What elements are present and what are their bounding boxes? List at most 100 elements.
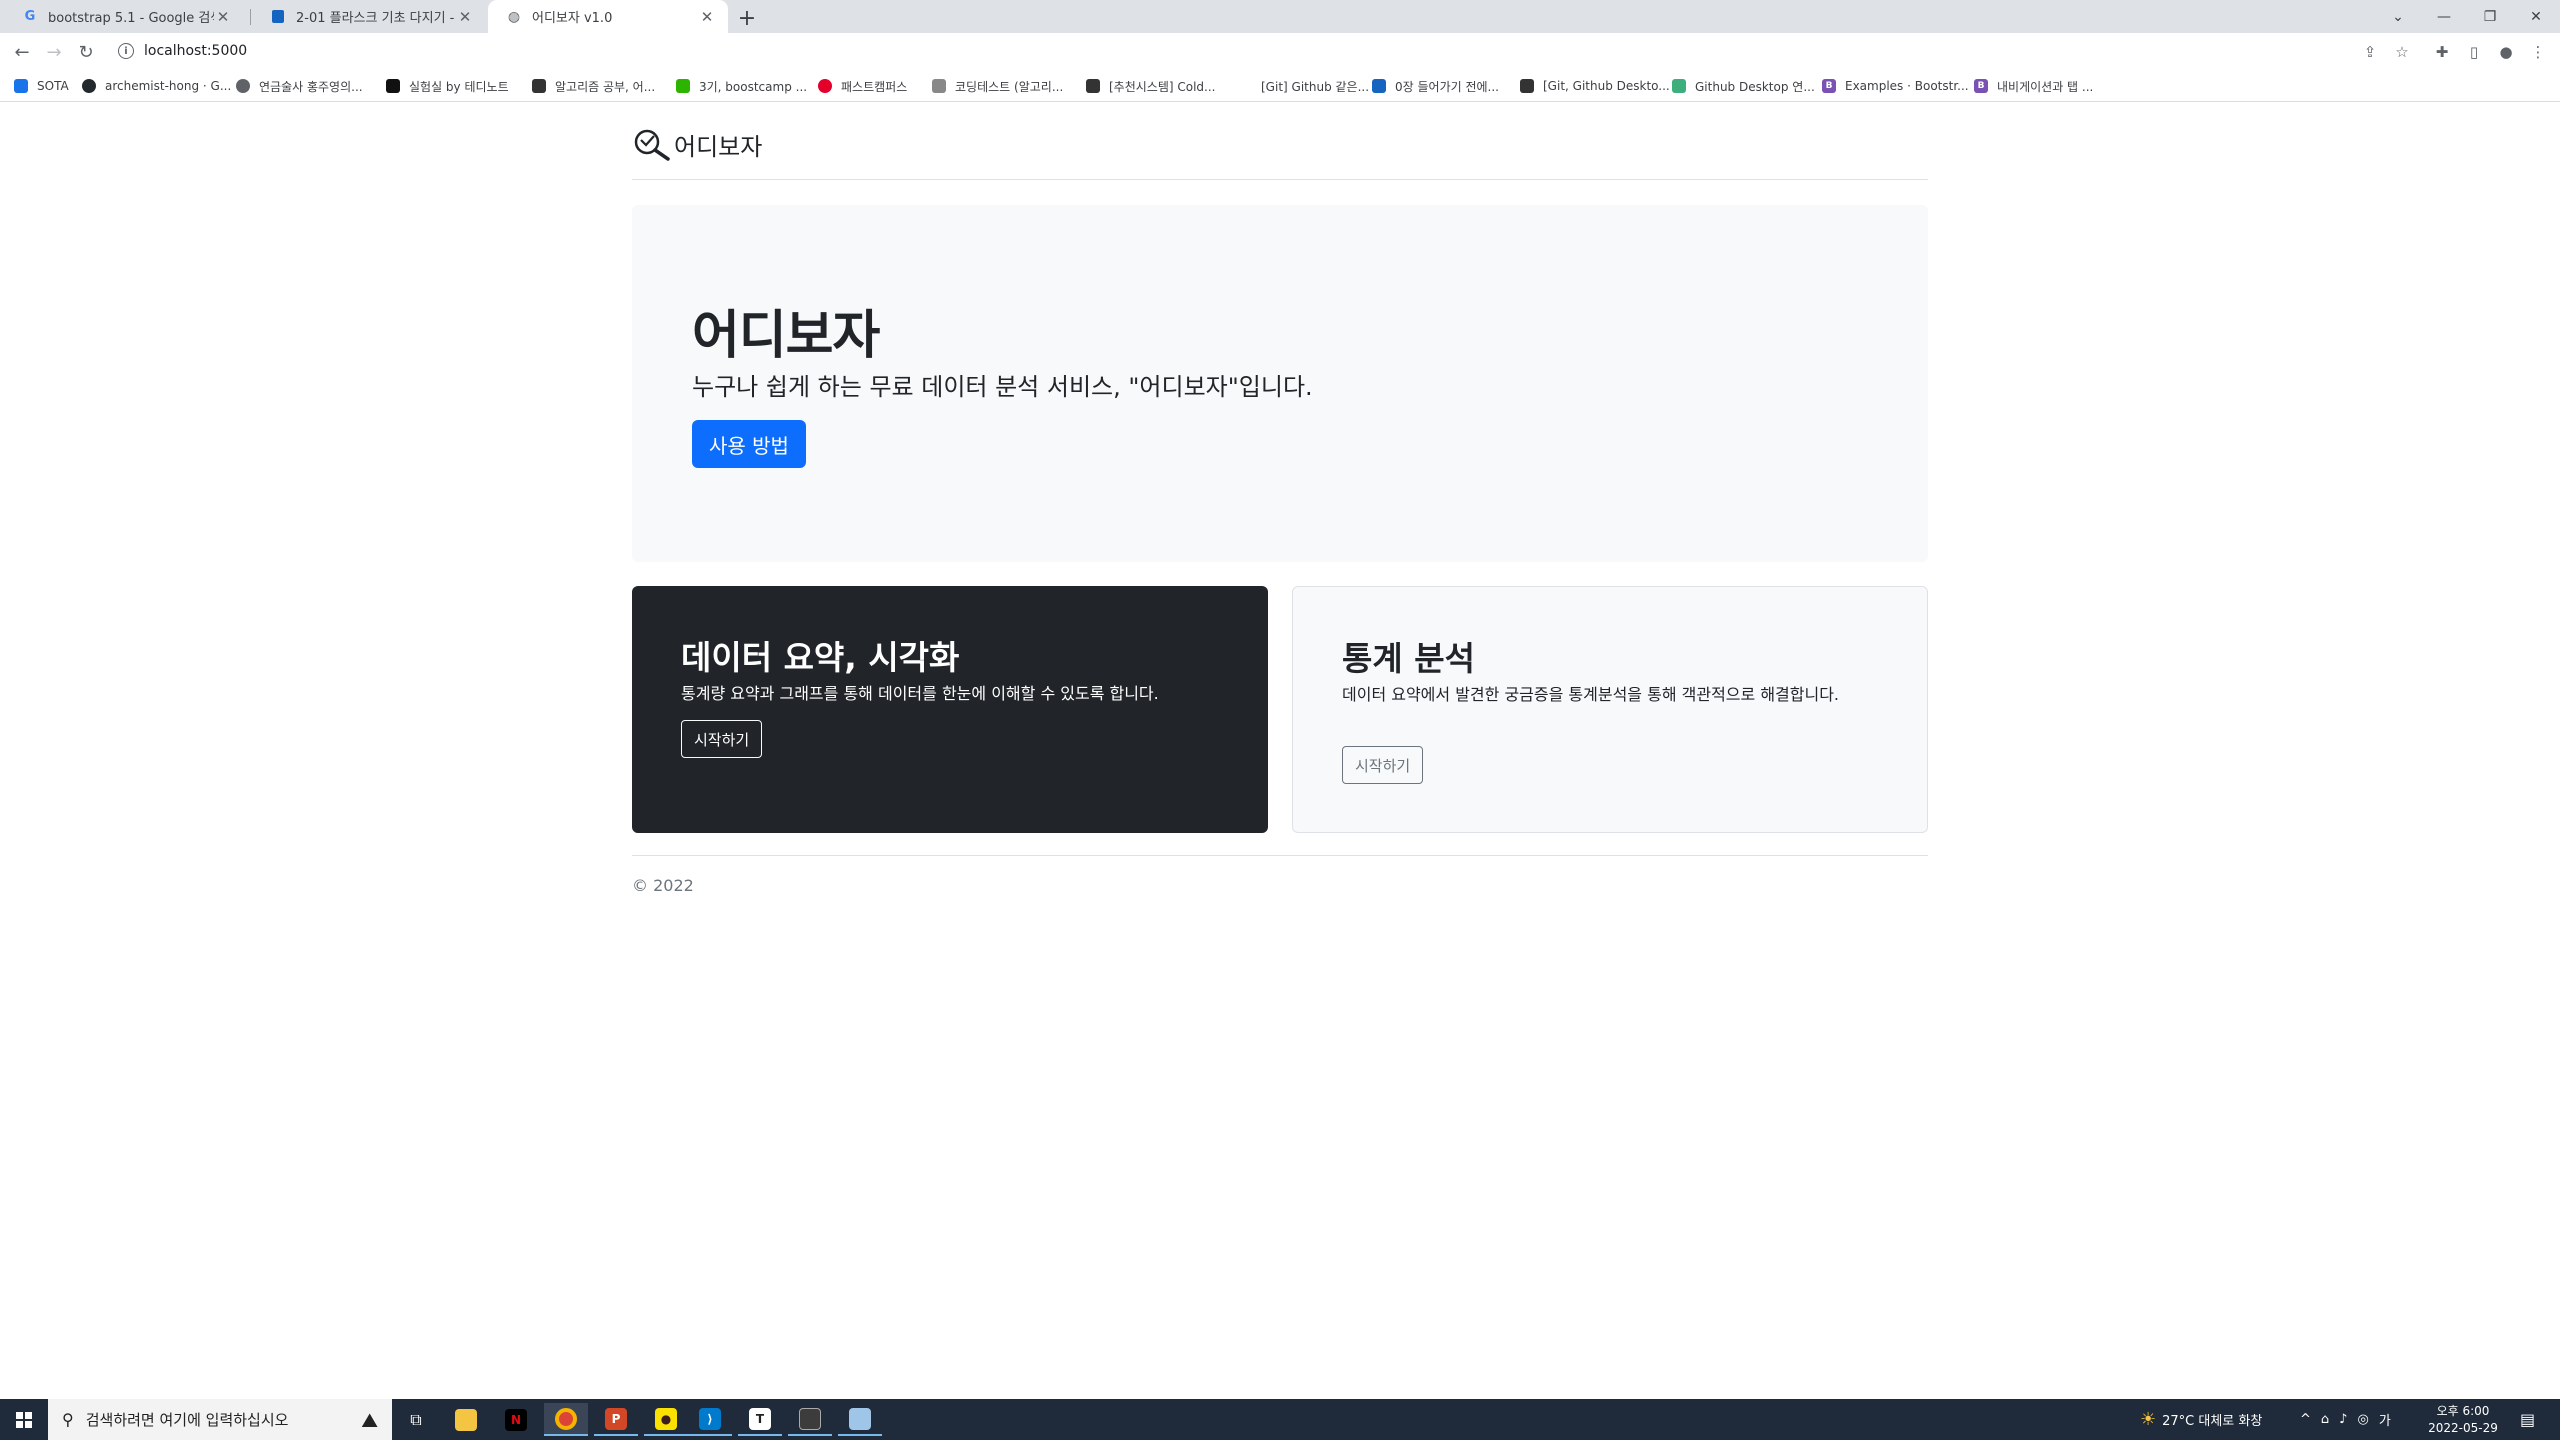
menu-icon[interactable]: ⋮: [2524, 38, 2552, 66]
bookmark-item[interactable]: [Git] Github 같은...: [1238, 76, 1369, 96]
bookmark-label: 패스트캠퍼스: [841, 79, 908, 94]
bookmark-label: 알고리즘 공부, 어...: [555, 79, 656, 94]
security-icon[interactable]: ◎: [2357, 1412, 2368, 1427]
brand-link[interactable]: 어디보자: [632, 124, 762, 164]
window-close-icon[interactable]: ✕: [2513, 0, 2559, 33]
bookmark-label: 내비게이션과 탭 ...: [1997, 79, 2094, 94]
card-text: 통계량 요약과 그래프를 통해 데이터를 한눈에 이해할 수 있도록 합니다.: [681, 684, 1159, 703]
windows-taskbar: ⚲ 검색하려면 여기에 입력하십시오 ⛰ ⧉ N P ● ⟩ T ☀ 27°C …: [0, 1399, 2560, 1440]
brand-text: 어디보자: [674, 132, 763, 161]
bookmark-item[interactable]: [추천시스템] Cold...: [1086, 76, 1216, 96]
blank-page-icon: [1238, 79, 1252, 93]
card-title: 데이터 요약, 시각화: [681, 638, 960, 677]
globe-icon: ◍: [507, 8, 521, 25]
bookmark-item[interactable]: 0장 들어가기 전에...: [1372, 76, 1499, 96]
how-to-use-button[interactable]: 사용 방법: [692, 420, 806, 468]
network-icon[interactable]: ⌂: [2321, 1412, 2329, 1427]
google-icon: G: [24, 9, 36, 24]
vscode-icon[interactable]: ⟩: [688, 1403, 732, 1436]
side-panel-icon[interactable]: ▯: [2460, 38, 2488, 66]
back-icon[interactable]: ←: [8, 38, 36, 66]
tab-google-search[interactable]: G bootstrap 5.1 - Google 검색 ✕: [4, 0, 244, 33]
tab-flask-doc[interactable]: 2-01 플라스크 기초 다지기 - 점 ✕: [252, 0, 486, 33]
reload-icon[interactable]: ↻: [72, 38, 100, 66]
bookmark-label: [추천시스템] Cold...: [1109, 79, 1216, 94]
bookmark-item[interactable]: 실험실 by 테디노트: [386, 76, 509, 96]
typora-icon[interactable]: T: [738, 1403, 782, 1436]
bookmark-label: Github Desktop 연...: [1695, 79, 1815, 94]
notification-icon[interactable]: ▤: [2520, 1399, 2535, 1440]
profile-icon[interactable]: ●: [2492, 38, 2520, 66]
chevron-up-icon[interactable]: ^: [2300, 1412, 2311, 1427]
bookmark-item[interactable]: B 내비게이션과 탭 ...: [1974, 76, 2093, 96]
ime-icon[interactable]: 가: [2379, 1410, 2391, 1429]
github-icon: [82, 79, 96, 93]
powerpoint-icon[interactable]: P: [594, 1403, 638, 1436]
close-icon[interactable]: ✕: [214, 8, 232, 26]
netflix-icon[interactable]: N: [494, 1403, 538, 1436]
weather-widget[interactable]: ☀ 27°C 대체로 화창: [2140, 1399, 2262, 1440]
tab-active-site[interactable]: ◍ 어디보자 v1.0 ✕: [488, 0, 728, 33]
close-icon[interactable]: ✕: [698, 8, 716, 26]
bookmark-icon: [14, 79, 28, 93]
bookmark-label: 실험실 by 테디노트: [409, 79, 509, 94]
bookmark-item[interactable]: [Git, Github Deskto...: [1520, 76, 1670, 96]
git-icon: [1520, 79, 1534, 93]
extensions-icon[interactable]: ✚: [2428, 38, 2456, 66]
new-tab-button[interactable]: +: [733, 4, 761, 32]
minimize-icon[interactable]: —: [2421, 0, 2467, 33]
bootstrap-icon: B: [1822, 79, 1836, 93]
volume-icon[interactable]: ♪: [2339, 1412, 2347, 1427]
bookmark-label: archemist-hong · G...: [105, 79, 232, 93]
bootstrap-icon: B: [1974, 79, 1988, 93]
feature-card-summary: 데이터 요약, 시각화 통계량 요약과 그래프를 통해 데이터를 한눈에 이해할…: [632, 586, 1268, 833]
bookmark-item[interactable]: B Examples · Bootstr...: [1822, 76, 1969, 96]
share-icon[interactable]: ⇪: [2356, 38, 2384, 66]
bookmark-item[interactable]: SOTA: [14, 76, 69, 96]
vuepress-icon: [1672, 79, 1686, 93]
address-bar[interactable]: i localhost:5000: [108, 36, 2348, 66]
taskbar-search-box[interactable]: ⚲ 검색하려면 여기에 입력하십시오 ⛰: [48, 1399, 392, 1440]
start-statistics-button[interactable]: 시작하기: [1342, 746, 1424, 784]
hero-title: 어디보자: [692, 306, 880, 366]
terminal-icon[interactable]: [788, 1403, 832, 1436]
bookmark-star-icon[interactable]: ☆: [2388, 38, 2416, 66]
file-explorer-icon[interactable]: [444, 1403, 488, 1436]
chrome-icon[interactable]: [544, 1403, 588, 1436]
bookmark-item[interactable]: archemist-hong · G...: [82, 76, 231, 96]
tab-search-icon[interactable]: ⌄: [2375, 0, 2421, 33]
site-info-icon[interactable]: i: [118, 43, 134, 59]
search-highlight-icon: ⛰: [361, 1407, 378, 1432]
forward-icon[interactable]: →: [40, 38, 68, 66]
copyright-text: © 2022: [632, 876, 694, 895]
bookmark-item[interactable]: Github Desktop 연...: [1672, 76, 1815, 96]
bookmark-label: [Git, Github Deskto...: [1543, 79, 1670, 93]
system-tray[interactable]: ^ ⌂ ♪ ◎ 가: [2300, 1399, 2391, 1440]
search-icon: ⚲: [62, 1410, 74, 1429]
start-summary-button[interactable]: 시작하기: [681, 720, 763, 758]
bookmark-item[interactable]: 연금술사 홍주영의...: [236, 76, 363, 96]
start-button[interactable]: [0, 1399, 48, 1440]
site-header: 어디보자: [632, 124, 1928, 180]
bookmark-label: 0장 들어가기 전에...: [1395, 79, 1499, 94]
task-view-icon[interactable]: ⧉: [394, 1403, 438, 1436]
bookmark-label: Examples · Bootstr...: [1845, 79, 1969, 93]
close-icon[interactable]: ✕: [456, 8, 474, 26]
notes-app-icon[interactable]: [838, 1403, 882, 1436]
kakaotalk-icon[interactable]: ●: [644, 1403, 688, 1436]
bookmark-label: SOTA: [37, 79, 69, 93]
hero-section: 어디보자 누구나 쉽게 하는 무료 데이터 분석 서비스, "어디보자"입니다.…: [632, 205, 1928, 562]
tab-title: 어디보자 v1.0: [532, 11, 613, 26]
bookmark-item[interactable]: 3기, boostcamp ...: [676, 76, 807, 96]
restore-icon[interactable]: ❐: [2467, 0, 2513, 33]
tab-title: 2-01 플라스크 기초 다지기 - 점: [296, 11, 456, 26]
weather-text: 27°C 대체로 화창: [2162, 1414, 2263, 1429]
card-title: 통계 분석: [1342, 639, 1475, 678]
taskbar-clock[interactable]: 오후 6:00 2022-05-29: [2418, 1403, 2508, 1437]
tab-separator: [250, 9, 251, 25]
bookmark-item[interactable]: 코딩테스트 (알고리...: [932, 76, 1063, 96]
bookmark-item[interactable]: 패스트캠퍼스: [818, 76, 907, 96]
bookmark-item[interactable]: 알고리즘 공부, 어...: [532, 76, 655, 96]
tedy-icon: [386, 79, 400, 93]
doc-icon: [270, 9, 286, 25]
